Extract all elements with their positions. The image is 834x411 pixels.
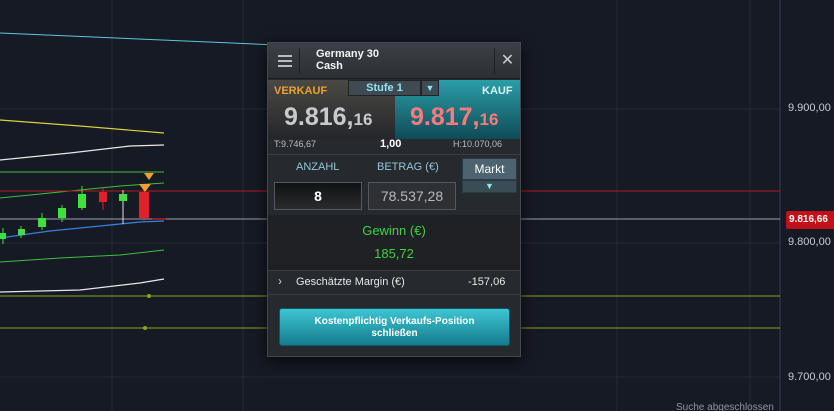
price-axis-label: 9.800,00 [788,236,831,248]
hamburger-icon [278,55,292,57]
buy-label: KAUF [482,85,513,97]
quantity-label: ANZAHL [296,161,340,173]
candlesticks [0,186,166,244]
price-stats: T:9.746,67 1,00 H:10.070,06 [268,138,520,152]
sell-label: VERKAUF [274,85,328,97]
candle-down [139,192,149,218]
gain-label: Gewinn (€) [362,223,426,238]
candle-down [99,192,107,202]
price-axis-label: 9.900,00 [788,102,831,114]
close-position-button[interactable]: Kostenpflichtig Verkaufs-Position schlie… [279,308,510,346]
spread-value: 1,00 [380,138,402,150]
order-type-button[interactable]: Markt [462,158,517,180]
buy-price-fraction: 16 [479,110,499,129]
order-ticket-panel: Germany 30 Cash ✕ VERKAUF KAUF Stufe 1 ▼… [267,42,521,357]
instrument-type: Cash [316,60,343,72]
trade-marker-icon [144,173,154,180]
status-note: Suche abgeschlossen [676,402,774,411]
chevron-down-icon[interactable]: ▼ [462,180,517,193]
quantity-input[interactable]: 8 [274,182,362,210]
instrument-name: Germany 30 [316,48,379,60]
sell-price-fraction: 16 [353,110,373,129]
price-axis-label: 9.700,00 [788,371,831,383]
menu-button[interactable] [272,48,300,74]
amount-label: BETRAG (€) [377,161,439,173]
candle-up [38,218,46,227]
close-position-label-line1: Kostenpflichtig Verkaufs-Position [314,316,475,327]
ticket-header: Germany 30 Cash ✕ [268,43,520,79]
chevron-down-icon[interactable]: ▼ [421,80,439,96]
sell-price[interactable]: 9.816,16 [284,103,372,132]
indicator-line-white-lower [0,278,165,293]
candle-up [58,208,66,218]
trading-chart-screen: 9.900,00 9.800,00 9.700,00 9.816,66 Such… [0,0,834,411]
day-high: H:10.070,06 [453,139,503,149]
indicator-line-yellow [0,119,165,134]
indicator-line-green [0,249,165,263]
candle-up [78,194,86,208]
hamburger-icon-bar [278,65,292,67]
divider [268,294,520,295]
amount-input[interactable]: 78.537,28 [368,182,456,210]
buy-price[interactable]: 9.817,16 [410,103,498,132]
candle-up [0,233,6,239]
close-icon[interactable]: ✕ [494,48,520,74]
level-marker [147,294,151,298]
buy-price-main: 9.817, [410,103,480,131]
trend-line [0,32,301,47]
gain-value: 185,72 [374,246,414,261]
margin-label: Geschätzte Margin (€) [296,276,405,288]
current-price-tag: 9.816,66 [786,211,834,229]
level-marker [143,326,147,330]
candle-up [18,229,25,235]
day-low: T:9.746,67 [274,139,317,149]
divider [268,154,520,155]
indicator-line-upper-band [0,144,165,161]
sell-price-main: 9.816, [284,103,354,131]
gain-panel: Gewinn (€) 185,72 [268,215,520,270]
close-position-label-line2: schließen [371,328,418,339]
margin-row[interactable]: › Geschätzte Margin (€) -157,06 [268,271,520,293]
hamburger-icon-bar [278,60,292,62]
level-selector[interactable]: Stufe 1 [348,80,421,96]
instrument-title: Germany 30 Cash [316,48,436,72]
chevron-right-icon: › [278,274,282,288]
candle-up [119,194,127,201]
margin-value: -157,06 [468,276,506,288]
